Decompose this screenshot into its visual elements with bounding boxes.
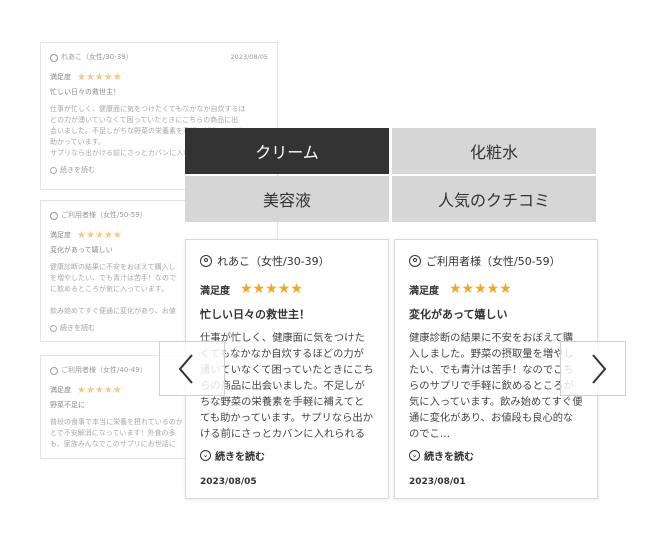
satisfaction-label: 満足度	[409, 285, 439, 297]
read-more-link[interactable]: ⌄ 続きを読む	[200, 448, 265, 463]
review-title: 忙しい日々の救世主！	[200, 308, 310, 321]
tab-cream[interactable]: クリーム	[185, 128, 389, 174]
rating-stars: ★★★★★	[449, 281, 512, 297]
category-tabs: クリーム 化粧水 美容液 人気のクチコミ	[185, 128, 597, 222]
review-title: 変化があって嬉しい	[409, 308, 508, 321]
review-date: 2023/08/05	[200, 477, 257, 487]
satisfaction-label: 満足度	[50, 73, 71, 81]
carousel-prev-button[interactable]	[159, 341, 225, 396]
review-user: れあこ（女性/30-39）	[200, 253, 374, 269]
satisfaction-label: 満足度	[200, 285, 230, 297]
rating-stars: ★★★★★	[240, 281, 303, 297]
review-body: 健康診断の結果に不安をおぼえて購入しました。野菜の摂取量を増やしたい、でも青汁は…	[409, 332, 583, 440]
rating-stars: ★★★★★	[77, 230, 122, 241]
rating-stars: ★★★★★	[77, 385, 122, 396]
background-review-user: ご利用者様（女性/40-49）	[50, 365, 147, 376]
tab-serum[interactable]: 美容液	[185, 176, 389, 222]
review-user: ご利用者様（女性/50-59）	[409, 253, 583, 269]
chevron-right-icon	[592, 353, 607, 384]
rating-stars: ★★★★★	[77, 72, 122, 83]
chevron-down-circle-icon: ⌄	[409, 450, 420, 461]
background-review-title: 忙しい日々の救世主！	[50, 88, 120, 96]
chevron-left-icon	[178, 353, 193, 384]
user-icon	[50, 53, 58, 62]
user-icon	[50, 211, 58, 220]
user-circle-icon	[409, 255, 421, 267]
tab-lotion[interactable]: 化粧水	[392, 128, 596, 174]
user-circle-icon	[200, 255, 212, 267]
satisfaction-label: 満足度	[50, 231, 71, 239]
background-review-date: 2023/08/05	[230, 53, 268, 61]
chevron-down-circle-icon: ⌄	[200, 450, 211, 461]
user-icon	[50, 366, 58, 375]
satisfaction-label: 満足度	[50, 386, 71, 394]
chevron-down-circle-icon	[50, 325, 57, 332]
read-more-link[interactable]: ⌄ 続きを読む	[409, 448, 474, 463]
background-review-user: ご利用者様（女性/50-59）	[50, 210, 147, 221]
review-date: 2023/08/01	[409, 477, 466, 487]
tab-popular-reviews[interactable]: 人気のクチコミ	[392, 176, 596, 222]
background-review-user: れあこ（女性/30-39）	[50, 52, 133, 63]
chevron-down-circle-icon	[50, 167, 57, 174]
review-body: 仕事が忙しく、健康面に気をつけたくてもなかなか自炊するほどの力が湧いていなくて困…	[200, 332, 374, 440]
carousel-next-button[interactable]	[560, 341, 626, 396]
